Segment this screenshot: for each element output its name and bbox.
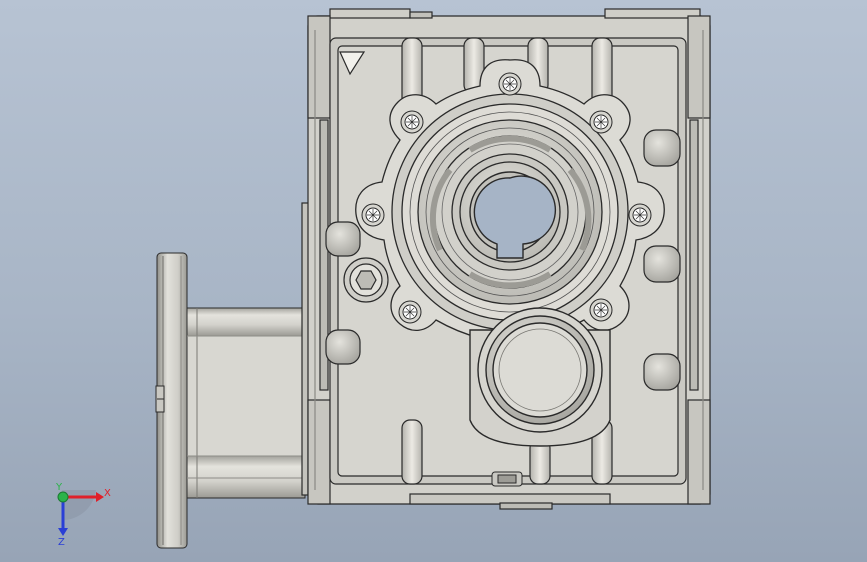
model-viewport[interactable]: X Y Z: [0, 0, 867, 562]
y-axis-dot: [57, 491, 69, 503]
x-axis-head: [96, 492, 104, 502]
coordinate-triad: X Y Z: [55, 482, 111, 548]
x-axis-label: X: [104, 488, 111, 499]
z-axis-head: [58, 528, 68, 536]
y-axis-label: Y: [55, 482, 63, 493]
z-axis-label: Z: [58, 537, 65, 548]
